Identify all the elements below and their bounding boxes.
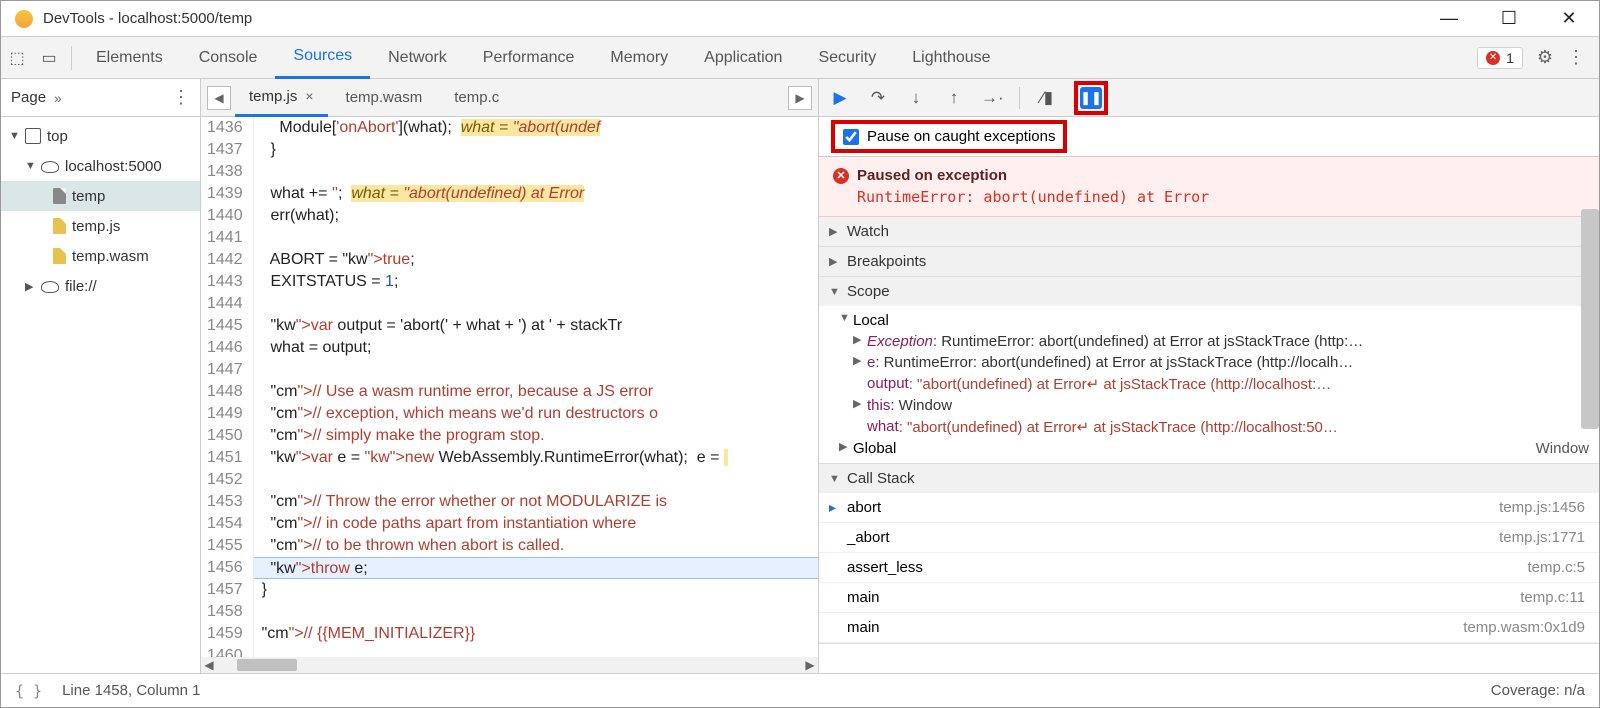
error-count: 1 (1506, 50, 1514, 66)
pause-checkbox-row: Pause on caught exceptions (819, 117, 1599, 157)
scope-global[interactable]: ▶GlobalWindow (819, 438, 1599, 459)
tree-file-scheme[interactable]: ▶file:// (1, 271, 200, 301)
editor-tabbar: ◀ temp.js× temp.wasm temp.c ▶ (201, 79, 818, 117)
deactivate-breakpoints-icon[interactable]: ⁄▮ (1036, 88, 1058, 108)
scope-row[interactable]: what: "abort(undefined) at Error↵ at jsS… (819, 416, 1599, 438)
step-icon[interactable]: →· (981, 88, 1003, 108)
sidebar-more-icon[interactable]: ⋮ (172, 87, 190, 108)
divider (1019, 87, 1020, 109)
editor-tab-tempwasm[interactable]: temp.wasm (332, 79, 437, 117)
nav-back-icon[interactable]: ◀ (207, 86, 231, 110)
scope-row[interactable]: ▶this: Window (819, 395, 1599, 416)
close-tab-icon[interactable]: × (305, 88, 313, 104)
minimize-button[interactable]: — (1419, 1, 1479, 37)
code-area[interactable]: 1436143714381439144014411442144314441445… (201, 117, 818, 657)
tree-host[interactable]: ▼localhost:5000 (1, 151, 200, 181)
device-toolbar-icon[interactable]: ▭ (33, 48, 65, 68)
tab-network[interactable]: Network (370, 37, 465, 79)
scope-body: ▼Local ▶Exception: RuntimeError: abort(u… (819, 306, 1599, 463)
callstack-frame[interactable]: maintemp.c:11 (819, 583, 1599, 613)
devtools-logo-icon (15, 10, 33, 28)
error-icon: ✕ (833, 168, 849, 184)
pause-on-exceptions-button[interactable]: ❚❚ (1080, 87, 1102, 109)
sources-sidebar: Page » ⋮ ▼top ▼localhost:5000 temp temp.… (1, 79, 201, 673)
error-icon: ✕ (1486, 51, 1500, 65)
section-scope[interactable]: ▼Scope (819, 277, 1599, 306)
section-callstack[interactable]: ▼Call Stack (819, 464, 1599, 493)
callstack-body: ▸aborttemp.js:1456_aborttemp.js:1771asse… (819, 493, 1599, 643)
tab-lighthouse[interactable]: Lighthouse (894, 37, 1008, 79)
file-icon (53, 218, 66, 234)
file-tree: ▼top ▼localhost:5000 temp temp.js temp.w… (1, 117, 200, 673)
scroll-right-icon[interactable]: ▶ (802, 658, 818, 672)
scope-row[interactable]: output: "abort(undefined) at Error↵ at j… (819, 373, 1599, 395)
tree-file-tempwasm[interactable]: temp.wasm (1, 241, 200, 271)
tab-performance[interactable]: Performance (465, 37, 593, 79)
callstack-frame[interactable]: ▸aborttemp.js:1456 (819, 493, 1599, 523)
cursor-position: Line 1458, Column 1 (62, 682, 200, 699)
tab-sources[interactable]: Sources (275, 37, 370, 79)
pause-caught-checkbox[interactable] (843, 129, 859, 145)
paused-banner: ✕ Paused on exception RuntimeError: abort… (819, 157, 1599, 217)
debugger-pane: ▶ ↷ ↓ ↑ →· ⁄▮ ❚❚ Pause on caught excepti… (819, 79, 1599, 673)
divider (71, 46, 72, 70)
code-lines[interactable]: Module['onAbort'](what); what = "abort(u… (254, 117, 818, 657)
editor-tab-tempjs[interactable]: temp.js× (235, 79, 328, 117)
section-watch[interactable]: ▶Watch (819, 217, 1599, 246)
file-icon (53, 248, 66, 264)
window-titlebar: DevTools - localhost:5000/temp — ☐ ✕ (1, 1, 1599, 37)
tab-memory[interactable]: Memory (592, 37, 686, 79)
horizontal-scrollbar[interactable]: ◀ ▶ (201, 657, 818, 673)
step-out-icon[interactable]: ↑ (943, 88, 965, 108)
error-count-chip[interactable]: ✕ 1 (1477, 47, 1523, 69)
window-title: DevTools - localhost:5000/temp (43, 10, 252, 27)
pretty-print-icon[interactable]: { } (15, 682, 42, 700)
paused-message: RuntimeError: abort(undefined) at Error (857, 188, 1585, 206)
close-window-button[interactable]: ✕ (1539, 1, 1599, 37)
scope-local[interactable]: ▼Local (819, 310, 1599, 331)
inspect-element-icon[interactable]: ⬚ (1, 48, 33, 68)
settings-gear-icon[interactable]: ⚙ (1537, 47, 1553, 68)
editor-tab-tempc[interactable]: temp.c (440, 79, 513, 117)
scroll-left-icon[interactable]: ◀ (201, 658, 217, 672)
tree-file-temp[interactable]: temp (1, 181, 200, 211)
tab-application[interactable]: Application (686, 37, 800, 79)
step-into-icon[interactable]: ↓ (905, 88, 927, 108)
callstack-frame[interactable]: assert_lesstemp.c:5 (819, 553, 1599, 583)
scroll-thumb[interactable] (237, 659, 297, 671)
window-icon (25, 128, 41, 144)
vertical-scrollbar[interactable] (1581, 209, 1599, 429)
scope-row[interactable]: ▶Exception: RuntimeError: abort(undefine… (819, 331, 1599, 352)
tab-security[interactable]: Security (800, 37, 894, 79)
devtools-tabbar: ⬚ ▭ Elements Console Sources Network Per… (1, 37, 1599, 79)
line-gutter: 1436143714381439144014411442144314441445… (201, 117, 254, 657)
resume-icon[interactable]: ▶ (829, 88, 851, 108)
chevron-right-icon[interactable]: » (54, 90, 62, 106)
code-editor-pane: ◀ temp.js× temp.wasm temp.c ▶ 1436143714… (201, 79, 819, 673)
tab-console[interactable]: Console (181, 37, 276, 79)
sidebar-header: Page » ⋮ (1, 79, 200, 117)
sidebar-page-label[interactable]: Page (11, 89, 46, 106)
callstack-frame[interactable]: _aborttemp.js:1771 (819, 523, 1599, 553)
coverage-label: Coverage: n/a (1491, 682, 1585, 699)
paused-title: Paused on exception (857, 167, 1007, 184)
more-menu-icon[interactable]: ⋮ (1567, 47, 1585, 68)
tree-file-tempjs[interactable]: temp.js (1, 211, 200, 241)
page-icon (53, 188, 66, 204)
pause-caught-label: Pause on caught exceptions (867, 128, 1055, 145)
pause-checkbox-highlight: Pause on caught exceptions (831, 120, 1067, 153)
cloud-icon (41, 281, 59, 293)
pause-exceptions-highlight: ❚❚ (1074, 81, 1108, 115)
tab-elements[interactable]: Elements (78, 37, 181, 79)
editor-footer: { } Line 1458, Column 1 Coverage: n/a (1, 673, 1599, 707)
maximize-button[interactable]: ☐ (1479, 1, 1539, 37)
debugger-toolbar: ▶ ↷ ↓ ↑ →· ⁄▮ ❚❚ (819, 79, 1599, 117)
run-snippet-icon[interactable]: ▶ (788, 86, 812, 110)
section-breakpoints[interactable]: ▶Breakpoints (819, 247, 1599, 276)
step-over-icon[interactable]: ↷ (867, 88, 889, 108)
cloud-icon (41, 161, 59, 173)
scope-row[interactable]: ▶e: RuntimeError: abort(undefined) at Er… (819, 352, 1599, 373)
tree-top[interactable]: ▼top (1, 121, 200, 151)
callstack-frame[interactable]: maintemp.wasm:0x1d9 (819, 613, 1599, 643)
